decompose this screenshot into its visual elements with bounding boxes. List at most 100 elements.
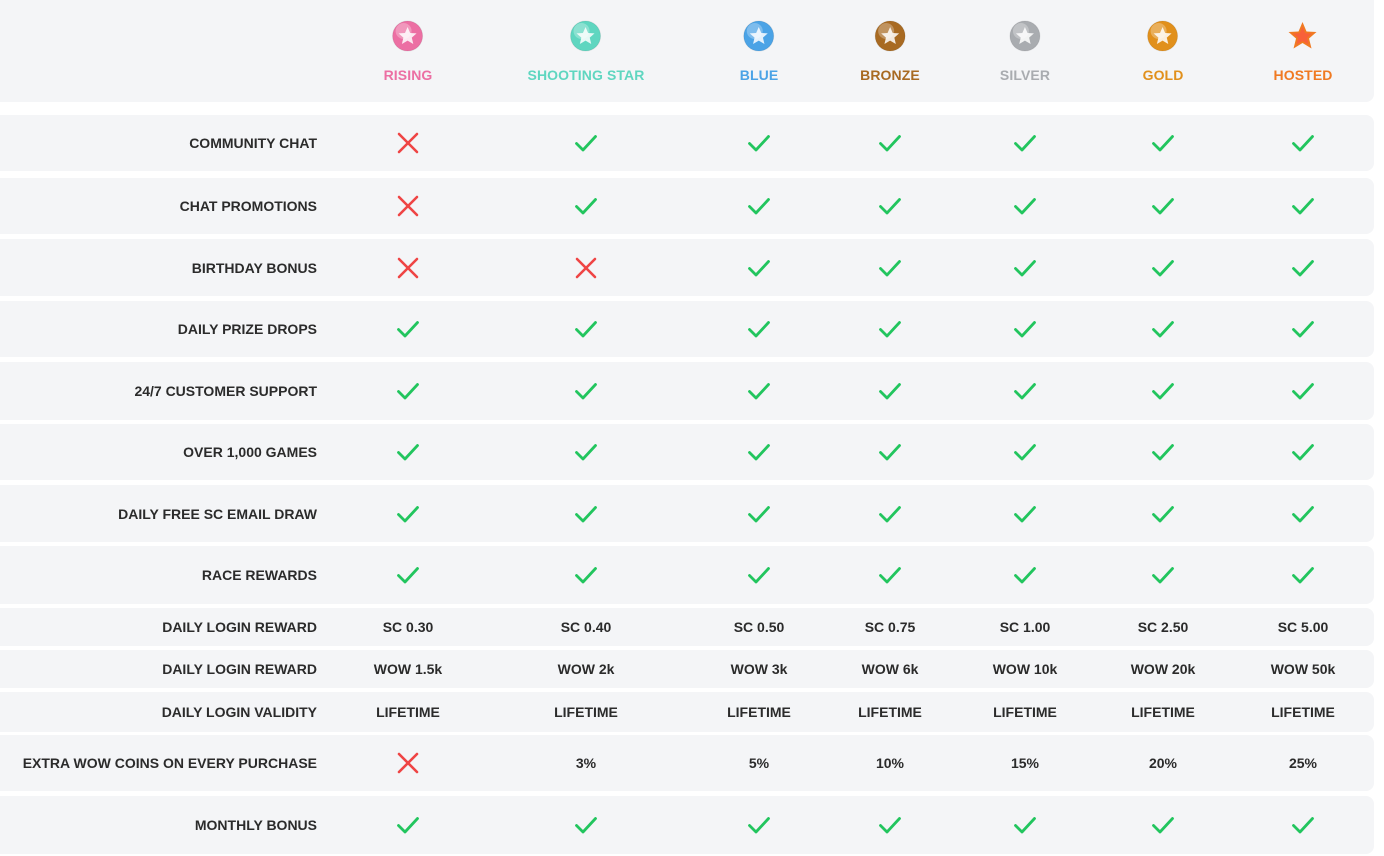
tier-name: RISING	[383, 67, 433, 83]
cell-value: SC 1.00	[999, 619, 1051, 635]
cell-value: WOW 6k	[861, 661, 919, 677]
check-icon	[572, 546, 600, 604]
row-label: MONTHLY BONUS	[194, 817, 317, 833]
check-icon	[394, 546, 422, 604]
table-row: DAILY LOGIN VALIDITY LIFETIME LIFETIME LIFE…	[0, 692, 1374, 732]
cell-value: LIFETIME	[554, 704, 618, 720]
check-icon	[745, 178, 773, 234]
check-icon	[1149, 485, 1177, 542]
cell-value: 25%	[1288, 755, 1318, 771]
cell-value: 10%	[875, 755, 905, 771]
check-icon	[876, 301, 904, 357]
row-label: OVER 1,000 GAMES	[183, 444, 317, 460]
cell-value: 20%	[1148, 755, 1178, 771]
check-icon	[1011, 301, 1039, 357]
tier-column-gold: GOLD	[1143, 0, 1184, 102]
check-icon	[876, 115, 904, 171]
check-icon	[1289, 178, 1317, 234]
tier-column-shooting-star: SHOOTING STAR	[528, 0, 645, 102]
row-label: DAILY PRIZE DROPS	[177, 321, 317, 337]
cell-value: SC 2.50	[1137, 619, 1189, 635]
check-icon	[745, 239, 773, 296]
check-icon	[1289, 115, 1317, 171]
table-row: COMMUNITY CHAT	[0, 115, 1374, 171]
check-icon	[1149, 796, 1177, 854]
check-icon	[1289, 546, 1317, 604]
tier-name: SHOOTING STAR	[527, 67, 645, 83]
row-label: EXTRA WOW COINS ON EVERY PURCHASE	[22, 755, 317, 771]
row-label: BIRTHDAY BONUS	[191, 259, 317, 276]
row-label: COMMUNITY CHAT	[189, 135, 317, 151]
check-icon	[745, 796, 773, 854]
check-icon	[1149, 301, 1177, 357]
cell-value: SC 0.40	[560, 619, 612, 635]
check-icon	[572, 362, 600, 420]
table-row: EXTRA WOW COINS ON EVERY PURCHASE 3% 5% 10%…	[0, 735, 1374, 791]
check-icon	[876, 424, 904, 480]
check-icon	[1011, 546, 1039, 604]
check-icon	[1011, 362, 1039, 420]
table-row: OVER 1,000 GAMES	[0, 424, 1374, 480]
cell-value: SC 0.50	[733, 619, 785, 635]
tier-name: BRONZE	[860, 67, 920, 83]
check-icon	[745, 546, 773, 604]
check-icon	[1011, 796, 1039, 854]
check-icon	[876, 796, 904, 854]
blue-badge-icon	[743, 20, 775, 52]
row-label: CHAT PROMOTIONS	[179, 198, 317, 214]
tier-name: HOSTED	[1273, 67, 1333, 83]
check-icon	[1289, 485, 1317, 542]
check-icon	[876, 178, 904, 234]
check-icon	[745, 301, 773, 357]
cell-value: LIFETIME	[727, 704, 791, 720]
cell-value: 5%	[748, 755, 770, 771]
cross-icon	[572, 239, 600, 296]
cell-value: WOW 1.5k	[373, 661, 443, 677]
cell-value: WOW 10k	[992, 661, 1058, 677]
row-label: DAILY LOGIN REWARD	[162, 619, 317, 635]
check-icon	[745, 485, 773, 542]
check-icon	[876, 485, 904, 542]
cell-value: LIFETIME	[1131, 704, 1195, 720]
check-icon	[572, 796, 600, 854]
cell-value: WOW 50k	[1270, 661, 1336, 677]
check-icon	[394, 796, 422, 854]
row-label: 24/7 CUSTOMER SUPPORT	[134, 383, 317, 399]
check-icon	[572, 424, 600, 480]
check-icon	[1289, 239, 1317, 296]
check-icon	[876, 362, 904, 420]
check-icon	[1011, 485, 1039, 542]
tier-name: GOLD	[1142, 67, 1184, 83]
row-label: DAILY LOGIN VALIDITY	[161, 704, 317, 720]
check-icon	[572, 301, 600, 357]
cell-value: LIFETIME	[1271, 704, 1335, 720]
check-icon	[1289, 301, 1317, 357]
check-icon	[394, 485, 422, 542]
cell-value: WOW 20k	[1130, 661, 1196, 677]
check-icon	[394, 362, 422, 420]
silver-badge-icon	[1009, 20, 1041, 52]
cell-value: LIFETIME	[993, 704, 1057, 720]
gold-badge-icon	[1147, 20, 1179, 52]
cross-icon	[394, 239, 422, 296]
table-row: BIRTHDAY BONUS	[0, 239, 1374, 296]
tier-column-blue: BLUE	[740, 0, 779, 102]
rising-badge-icon	[392, 20, 424, 52]
check-icon	[745, 115, 773, 171]
tier-column-silver: SILVER	[1000, 0, 1050, 102]
cell-value: SC 0.30	[382, 619, 434, 635]
check-icon	[572, 178, 600, 234]
check-icon	[745, 424, 773, 480]
cell-value: 3%	[575, 755, 597, 771]
check-icon	[745, 362, 773, 420]
check-icon	[572, 485, 600, 542]
check-icon	[1289, 362, 1317, 420]
shooting-star-badge-icon	[570, 20, 602, 52]
check-icon	[1149, 424, 1177, 480]
check-icon	[1149, 362, 1177, 420]
check-icon	[1149, 239, 1177, 296]
cell-value: LIFETIME	[376, 704, 440, 720]
table-row: RACE REWARDS	[0, 546, 1374, 604]
check-icon	[1149, 178, 1177, 234]
row-label: RACE REWARDS	[201, 567, 317, 583]
